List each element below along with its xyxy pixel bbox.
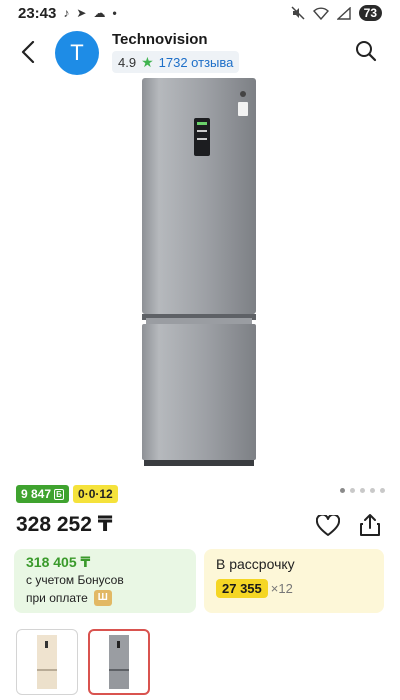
bonus-line-1-text: с учетом Бонусов (26, 573, 124, 587)
status-time: 23:43 (18, 4, 57, 22)
product-price: 328 252 ₸ (16, 513, 113, 536)
promo-badges: 9 847 Б 0·0·12 (16, 485, 118, 503)
bonus-line-2-text: при оплате (26, 591, 88, 605)
variant-thumb-steel[interactable] (88, 629, 150, 695)
product-gallery[interactable] (0, 78, 400, 478)
product-image-refrigerator (142, 78, 256, 466)
gallery-dot (370, 488, 375, 493)
dot-icon: • (112, 6, 117, 20)
reviews-link[interactable]: 1732 отзыва (159, 55, 234, 70)
bonus-badge: 9 847 Б (16, 485, 70, 503)
seller-name[interactable]: Technovision (112, 31, 208, 48)
installment-row: 27 355 ×12 (216, 579, 372, 598)
chevron-left-icon (21, 41, 35, 63)
telegram-icon: ➤ (76, 6, 87, 20)
star-icon: ★ (141, 53, 154, 70)
seller-rating[interactable]: 4.9 ★ 1732 отзыва (112, 51, 240, 73)
gallery-dot (340, 488, 345, 493)
gallery-dot (380, 488, 385, 493)
fridge-beige-thumbnail (37, 635, 57, 689)
status-left: 23:43 ♪ ➤ ☁ • (18, 5, 117, 22)
cloud-icon: ☁ (93, 6, 106, 20)
bonus-price-card[interactable]: 318 405 ₸ с учетом Бонусов при оплате Ш (14, 549, 196, 613)
search-button[interactable] (352, 37, 380, 65)
installment-badge: 0·0·12 (73, 485, 118, 503)
favorite-button[interactable] (314, 512, 342, 540)
installment-title: В рассрочку (216, 556, 295, 572)
heart-icon (316, 515, 340, 536)
bonus-coin-icon: Б (54, 488, 65, 500)
variant-thumbnails (16, 629, 150, 695)
gallery-pager (340, 488, 385, 493)
bonus-price: 318 405 ₸ (26, 554, 91, 570)
installment-card[interactable]: В рассрочку 27 355 ×12 (204, 549, 384, 613)
variant-thumb-beige[interactable] (16, 629, 78, 695)
status-right: 73 (291, 5, 382, 21)
search-icon (356, 41, 377, 62)
gallery-dot (350, 488, 355, 493)
tiktok-icon: ♪ (63, 6, 70, 20)
share-icon (360, 514, 380, 536)
signal-icon (336, 6, 351, 20)
gallery-dot (360, 488, 365, 493)
mute-icon (291, 6, 305, 20)
bonus-line-2: при оплате Ш (26, 589, 184, 607)
status-bar: 23:43 ♪ ➤ ☁ • 73 (0, 0, 400, 26)
bonus-line-1: с учетом Бонусов (26, 571, 184, 589)
seller-avatar[interactable]: T (55, 31, 99, 75)
payment-method-icon: Ш (93, 590, 112, 606)
battery-indicator: 73 (358, 5, 382, 21)
wifi-icon (312, 6, 329, 20)
bonus-badge-value: 9 847 (21, 487, 52, 501)
installment-months: ×12 (270, 581, 293, 596)
share-button[interactable] (356, 510, 384, 540)
rating-value: 4.9 (118, 54, 137, 70)
fridge-steel-thumbnail (109, 635, 129, 689)
back-button[interactable] (14, 38, 42, 66)
seller-header: T Technovision 4.9 ★ 1732 отзыва (0, 26, 400, 78)
installment-amount: 27 355 (216, 579, 268, 598)
